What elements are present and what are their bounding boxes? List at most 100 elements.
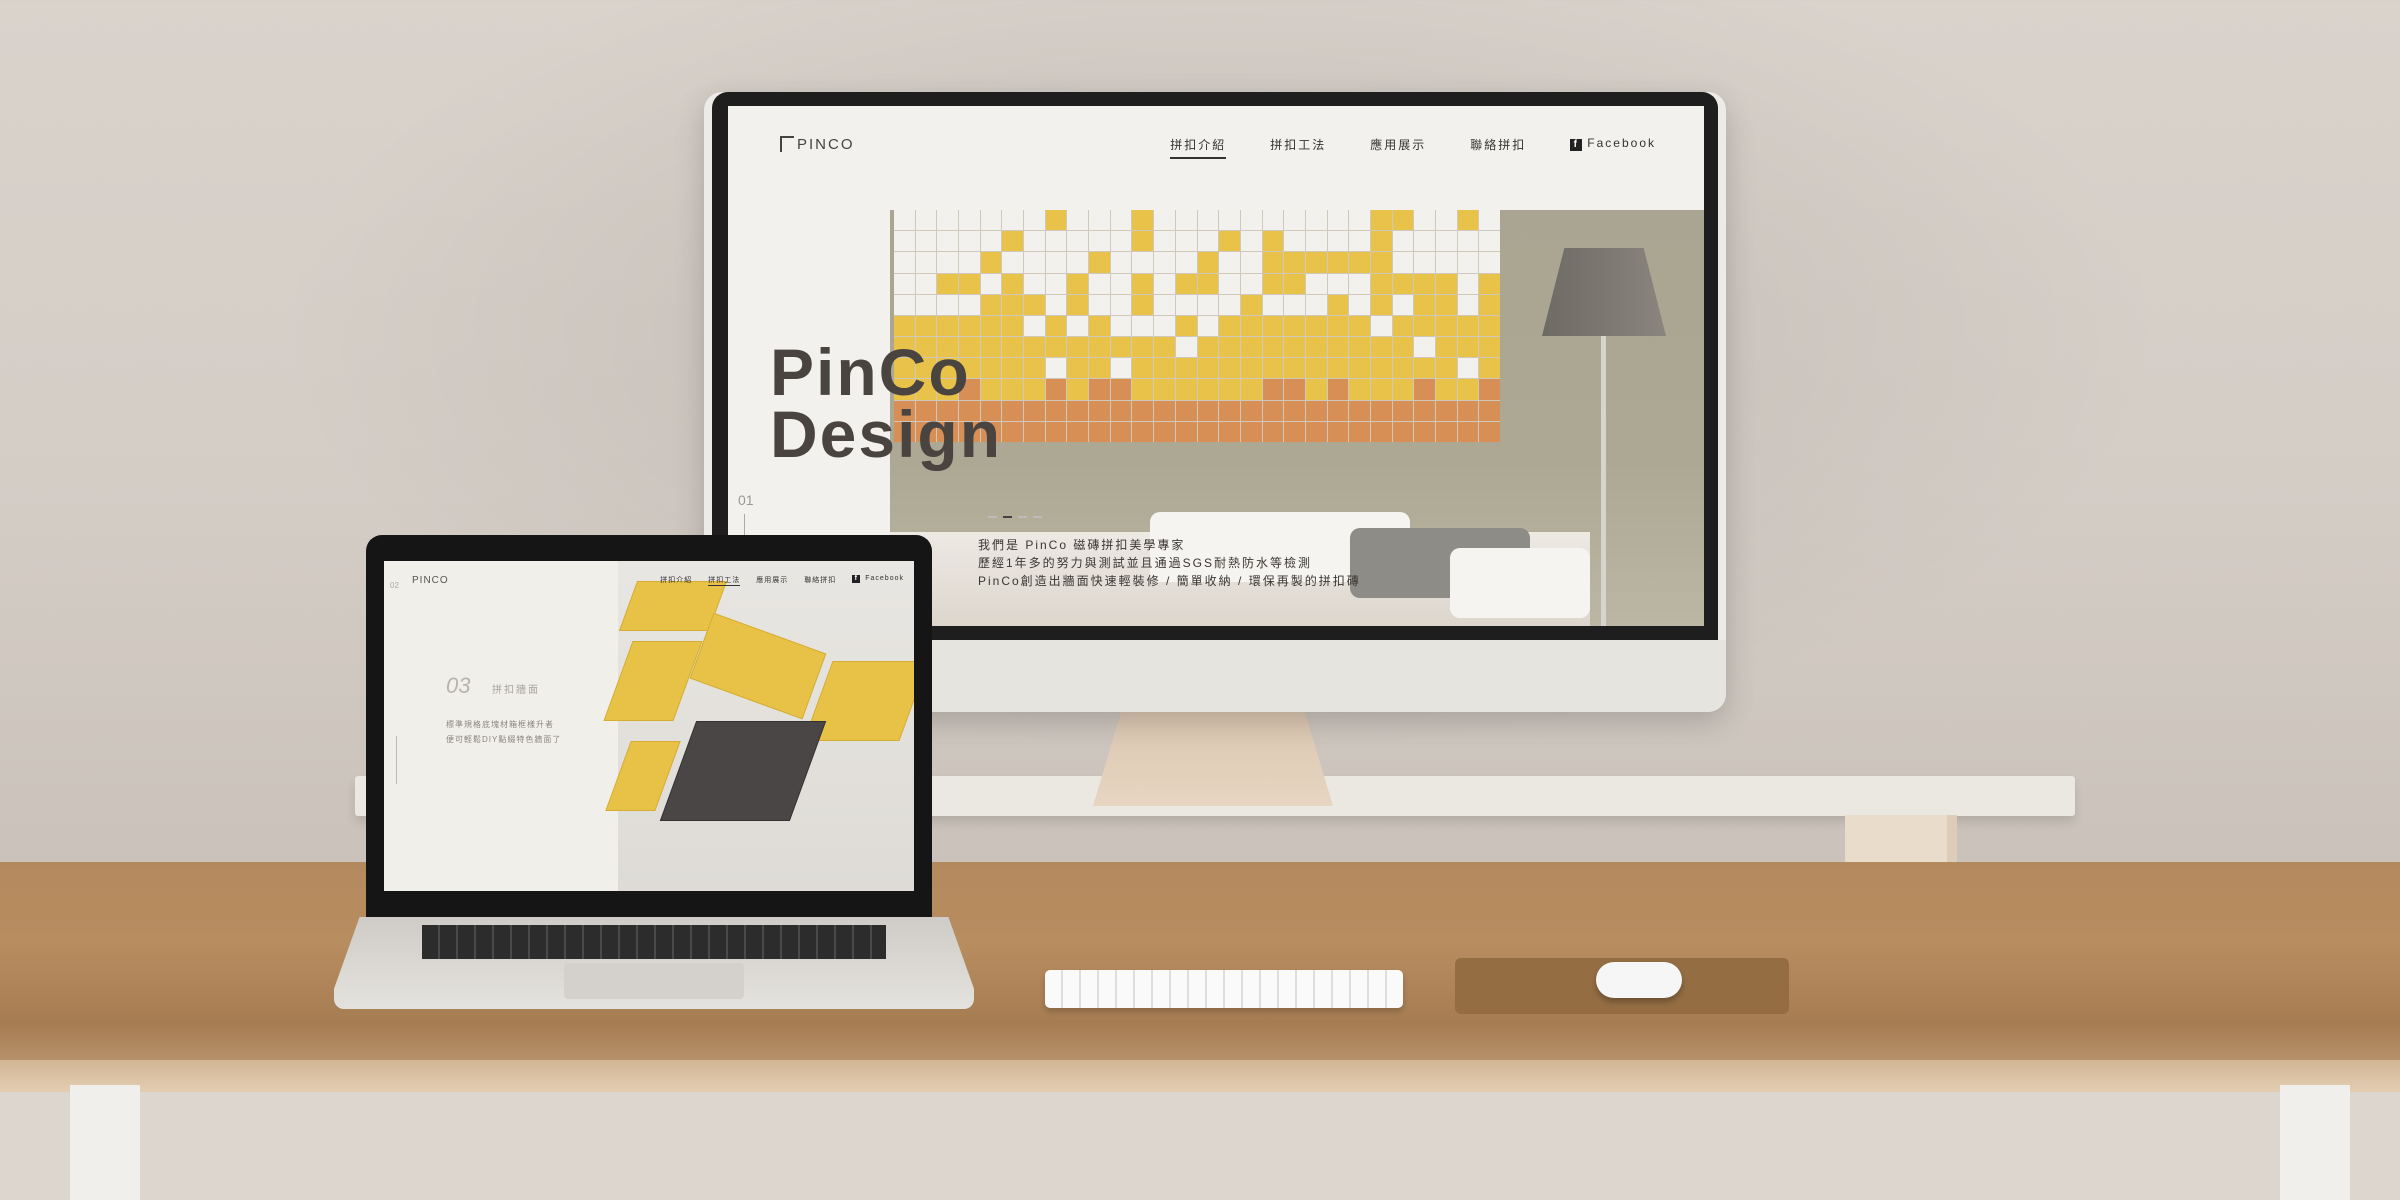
mosaic-tile [1370, 337, 1392, 358]
mosaic-tile [1175, 421, 1197, 442]
nav-item-method[interactable]: 拼扣工法 [1270, 136, 1326, 159]
mosaic-tile [980, 231, 1002, 252]
mosaic-tile [1002, 315, 1024, 337]
mosaic-tile [1197, 337, 1219, 358]
laptop-nav: 拼扣介紹 拼扣工法 應用展示 聯絡拼扣 f Facebook [660, 575, 904, 586]
mosaic-tile [1154, 337, 1175, 358]
mosaic-tile [1414, 421, 1435, 442]
carousel-dot[interactable] [1033, 516, 1042, 518]
nav-item-showcase[interactable]: 應用展示 [1370, 136, 1426, 159]
mosaic-tile [1175, 210, 1197, 231]
mosaic-tile [1327, 358, 1349, 379]
mosaic-tile [937, 231, 959, 252]
mosaic-tile [1262, 358, 1284, 379]
mosaic-tile [1197, 400, 1219, 421]
laptop-nav-item-intro[interactable]: 拼扣介紹 [660, 575, 692, 586]
mosaic-tile [1435, 400, 1457, 421]
mosaic-tile [937, 210, 959, 231]
mosaic-tile [1154, 273, 1175, 294]
mosaic-tile [1435, 337, 1457, 358]
nav-item-facebook[interactable]: f Facebook [1570, 136, 1656, 159]
laptop-text-line: 標準規格底塊材箱框樣升者 [446, 720, 554, 729]
mosaic-tile [1132, 337, 1154, 358]
mosaic-tile [1457, 315, 1479, 337]
mosaic-tile [1110, 337, 1132, 358]
mosaic-tile [1240, 315, 1262, 337]
laptop-nav-item-facebook[interactable]: f Facebook [852, 575, 904, 586]
mosaic-tile [1327, 315, 1349, 337]
facebook-icon: f [1570, 139, 1583, 151]
site-logo-text: PINCO [797, 136, 855, 153]
mosaic-tile [1327, 400, 1349, 421]
carousel-dot[interactable] [1018, 516, 1027, 518]
laptop-keyboard [422, 925, 886, 959]
mosaic-tile [1262, 421, 1284, 442]
mosaic-tile [1284, 273, 1305, 294]
pinco-logo-icon [780, 136, 794, 152]
mosaic-tile [1089, 358, 1110, 379]
mosaic-tile [1110, 273, 1132, 294]
mosaic-tile [1002, 379, 1024, 400]
mosaic-tile [1197, 252, 1219, 273]
mosaic-tile [1197, 294, 1219, 315]
mosaic-tile [1479, 273, 1500, 294]
mosaic-tile [1067, 421, 1089, 442]
mosaic-tile [1457, 400, 1479, 421]
nav-item-contact[interactable]: 聯絡拼扣 [1470, 136, 1526, 159]
mosaic-tile [1370, 294, 1392, 315]
mosaic-tile [1479, 252, 1500, 273]
mosaic-tile [1349, 315, 1370, 337]
nav-item-intro[interactable]: 拼扣介紹 [1170, 136, 1227, 159]
mosaic-tile [1414, 231, 1435, 252]
mosaic-tile [1327, 273, 1349, 294]
mosaic-tile [1197, 273, 1219, 294]
mosaic-tile [1240, 337, 1262, 358]
mosaic-tile [1284, 337, 1305, 358]
carousel-dot[interactable] [988, 516, 997, 518]
mosaic-tile [1414, 358, 1435, 379]
mosaic-tile [1219, 379, 1240, 400]
mosaic-tile [1154, 210, 1175, 231]
mosaic-tile [1024, 379, 1045, 400]
mosaic-tile [1327, 210, 1349, 231]
mosaic-tile [1435, 379, 1457, 400]
mosaic-tile [1067, 379, 1089, 400]
mosaic-tile [1479, 400, 1500, 421]
mosaic-tile [1089, 337, 1110, 358]
mosaic-tile [1132, 210, 1154, 231]
laptop-nav-item-method[interactable]: 拼扣工法 [708, 575, 741, 586]
mosaic-tile [1392, 379, 1414, 400]
laptop-site-logo[interactable]: PINCO [412, 575, 449, 586]
mosaic-tile [1002, 273, 1024, 294]
yellow-tile-lifted [689, 612, 827, 720]
mosaic-tile [1414, 210, 1435, 231]
mosaic-tile [1392, 400, 1414, 421]
mosaic-tile [1349, 379, 1370, 400]
mosaic-tile [1175, 379, 1197, 400]
mosaic-tile [1110, 358, 1132, 379]
mosaic-tile [1457, 273, 1479, 294]
site-logo[interactable]: PINCO [780, 136, 855, 153]
mosaic-tile [1435, 294, 1457, 315]
hero-text-line: 我們是 PinCo 磁磚拼扣美學專家 [978, 538, 1186, 552]
laptop-nav-item-contact[interactable]: 聯絡拼扣 [804, 575, 836, 586]
mosaic-tile [1132, 294, 1154, 315]
mosaic-tile [1024, 358, 1045, 379]
laptop-nav-item-showcase[interactable]: 應用展示 [756, 575, 788, 586]
mosaic-tile [894, 231, 915, 252]
mosaic-tile [1110, 231, 1132, 252]
mosaic-tile [1132, 273, 1154, 294]
mosaic-tile [1110, 421, 1132, 442]
mosaic-tile [1154, 315, 1175, 337]
carousel-dot-active[interactable] [1003, 516, 1012, 518]
mosaic-tile [980, 315, 1002, 337]
mosaic-tile [1305, 358, 1327, 379]
mosaic-tile [1219, 294, 1240, 315]
floor-lamp-pole [1601, 336, 1606, 626]
mosaic-tile [1132, 421, 1154, 442]
mosaic-tile [1262, 210, 1284, 231]
mosaic-tile [1349, 358, 1370, 379]
mosaic-tile [1479, 315, 1500, 337]
mosaic-tile [1305, 379, 1327, 400]
mosaic-tile [1284, 358, 1305, 379]
